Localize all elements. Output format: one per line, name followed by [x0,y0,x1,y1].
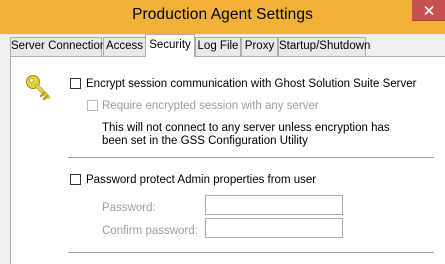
key-icon [26,75,50,101]
close-button[interactable] [412,0,445,21]
tab-startup-shutdown[interactable]: Startup/Shutdown [278,37,370,56]
section-divider [68,157,434,159]
settings-window: Production Agent Settings Server Connect… [0,0,445,264]
password-protect-checkbox[interactable] [70,174,81,185]
client-area: Server Connection Access Security Log Fi… [8,34,445,264]
confirm-password-field[interactable] [205,218,343,238]
tab-access[interactable]: Access [103,37,146,56]
require-encrypted-label: Require encrypted session with any serve… [102,100,319,112]
tab-server-connection[interactable]: Server Connection [10,37,106,56]
tab-proxy[interactable]: Proxy [241,37,278,56]
tab-log-file[interactable]: Log File [195,37,241,56]
tab-security[interactable]: Security [145,34,195,57]
password-label: Password: [102,202,156,214]
password-protect-label: Password protect Admin properties from u… [86,174,317,186]
password-field[interactable] [205,195,343,215]
encryption-note-line-2: been set in the GSS Configuration Utilit… [102,135,308,147]
title-bar[interactable]: Production Agent Settings [0,0,445,34]
confirm-password-label: Confirm password: [102,225,198,237]
security-panel: Encrypt session communication with Ghost… [10,56,445,264]
encrypt-session-label: Encrypt session communication with Ghost… [86,78,417,90]
bottom-divider [68,252,434,254]
encryption-note-line-1: This will not connect to any server unle… [102,122,390,134]
encrypt-session-checkbox[interactable] [70,78,81,89]
require-encrypted-checkbox[interactable] [87,100,98,111]
close-icon [424,6,434,15]
window-title: Production Agent Settings [132,6,313,23]
